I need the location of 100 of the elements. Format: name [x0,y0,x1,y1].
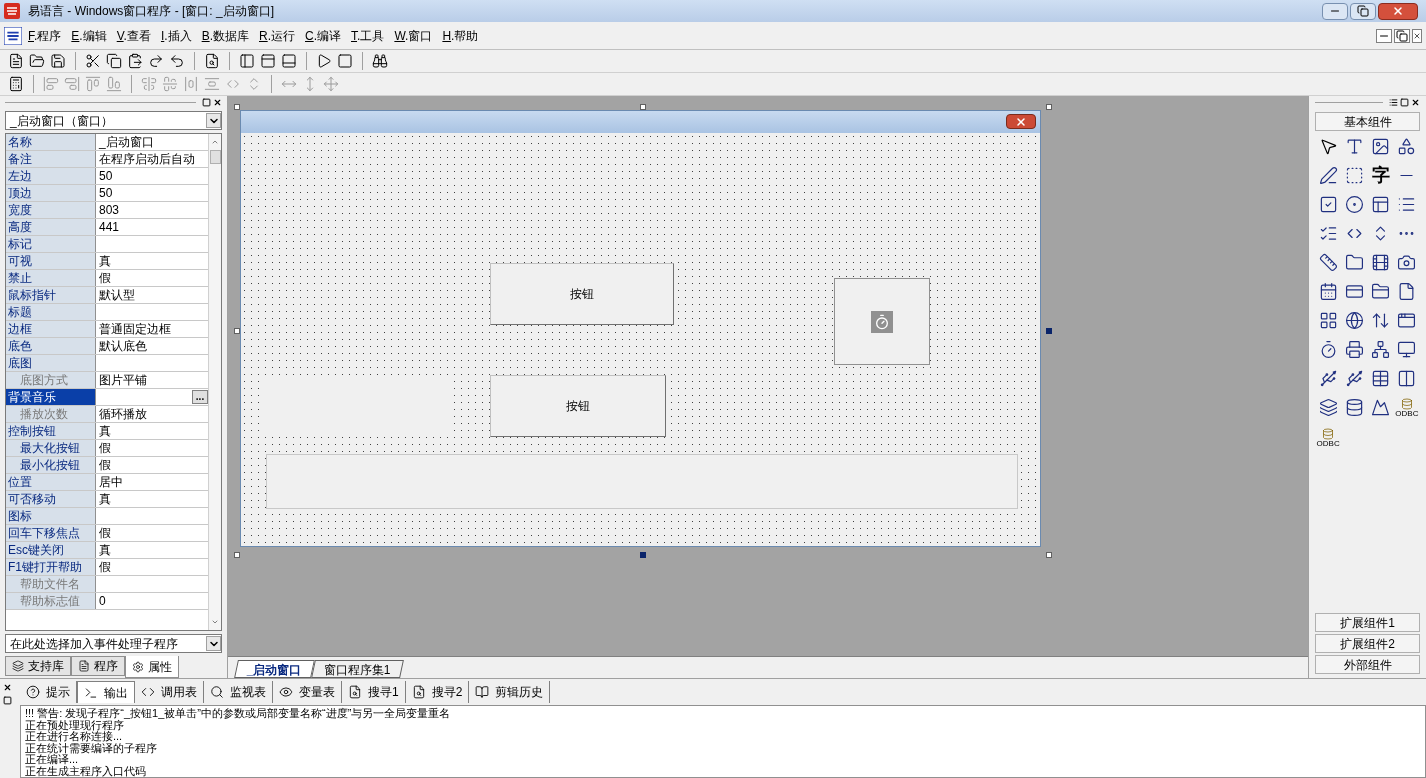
property-name[interactable]: 背景音乐 [6,389,96,405]
output-tab[interactable]: 监视表 [204,681,273,703]
scissors-icon[interactable] [85,53,101,69]
property-name[interactable]: 高度 [6,219,96,235]
form-button[interactable]: 按钮 [490,375,666,437]
float-icon[interactable] [202,97,211,107]
property-name[interactable]: 图标 [6,508,96,524]
property-name[interactable]: 鼠标指针 [6,287,96,303]
property-name[interactable]: 最小化按钮 [6,457,96,473]
selection-handle[interactable] [640,552,646,558]
property-name[interactable]: 宽度 [6,202,96,218]
property-value[interactable]: 假 [99,559,208,575]
property-name[interactable]: 底色 [6,338,96,354]
property-value[interactable]: 真 [99,253,208,269]
property-value[interactable]: 441 [99,219,208,235]
output-tab[interactable]: 搜寻1 [342,681,406,703]
output-tab[interactable]: 变量表 [273,681,342,703]
scroll-up-icon[interactable] [211,138,219,146]
scroll-thumb[interactable] [209,150,221,164]
property-name[interactable]: 标题 [6,304,96,320]
close-icon[interactable] [1411,97,1420,107]
globe-icon[interactable] [1344,311,1364,330]
close-icon[interactable] [213,97,222,107]
property-value[interactable]: 真 [99,423,208,439]
menu-item[interactable]: H.帮助 [438,26,483,45]
property-value[interactable]: 在程序启动后自动 [99,151,208,167]
panel-icon[interactable] [1371,195,1391,214]
cable-icon[interactable] [1344,369,1364,388]
property-name[interactable]: 标记 [6,236,96,252]
mdi-minimize-button[interactable] [1376,28,1392,43]
checkbox-icon[interactable] [1318,195,1338,214]
menu-item[interactable]: F.程序 [24,26,66,45]
float-icon[interactable] [1400,97,1409,107]
close-button[interactable] [1378,2,1418,20]
columns-icon[interactable] [1397,369,1417,388]
property-value[interactable]: 假 [99,525,208,541]
new-file-icon[interactable] [8,53,24,69]
menu-item[interactable]: E.编辑 [67,26,111,45]
property-value[interactable]: 假 [99,270,208,286]
property-name[interactable]: Esc键关闭 [6,542,96,558]
save-icon[interactable] [50,53,66,69]
picture-icon[interactable] [1371,137,1391,156]
float-icon[interactable] [2,696,12,705]
property-name[interactable]: 顶边 [6,185,96,201]
menu-item[interactable]: W.窗口 [390,26,437,45]
timer-component[interactable] [834,278,930,365]
property-value[interactable]: 真 [99,542,208,558]
property-value[interactable]: 假 [99,457,208,473]
property-name[interactable]: 位置 [6,474,96,490]
menu-item[interactable]: V.查看 [112,26,155,45]
up-down-icon[interactable] [1371,311,1391,330]
text-tile[interactable]: 字 [1371,166,1390,185]
property-name[interactable]: 备注 [6,151,96,167]
panel-top-icon[interactable] [260,53,276,69]
redo-icon[interactable] [148,53,164,69]
form-close-button[interactable] [1006,114,1036,129]
dropdown-arrow-button[interactable] [206,113,221,128]
property-name[interactable]: 边框 [6,321,96,337]
printer-icon[interactable] [1344,340,1364,359]
menu-item[interactable]: R.运行 [255,26,299,45]
database-icon[interactable] [1344,398,1364,417]
dropdown-arrow-button[interactable] [206,636,221,651]
menu-item[interactable]: B.数据库 [197,26,253,45]
panel-left-icon[interactable] [239,53,255,69]
property-name[interactable]: 回车下移焦点 [6,525,96,541]
property-value[interactable]: 默认底色 [99,338,208,354]
property-value[interactable]: 居中 [99,474,208,490]
paste-icon[interactable] [127,53,143,69]
selection-handle[interactable] [234,552,240,558]
property-value[interactable]: 803 [99,202,208,218]
output-tab[interactable]: 输出 [77,681,135,703]
mdi-close-button[interactable] [1412,28,1422,43]
radio-icon[interactable] [1344,195,1364,214]
editor-tab[interactable]: 窗口程序集1 [310,660,404,678]
output-tab[interactable]: 调用表 [135,681,204,703]
table-icon[interactable] [1371,369,1391,388]
calendar-icon[interactable] [1318,282,1338,301]
property-name[interactable]: 可否移动 [6,491,96,507]
scroll-down-icon[interactable] [211,618,219,626]
property-name[interactable]: 控制按钮 [6,423,96,439]
restore-button[interactable] [1350,2,1376,20]
card-icon[interactable] [1344,282,1364,301]
close-icon[interactable] [2,683,12,692]
property-name[interactable]: 可视 [6,253,96,269]
monitor-icon[interactable] [1397,340,1417,359]
selection-handle[interactable] [1046,104,1052,110]
window-icon[interactable] [1397,311,1417,330]
property-value[interactable]: 真 [99,491,208,507]
scrollbar[interactable] [208,134,221,630]
property-name[interactable]: F1键打开帮助 [6,559,96,575]
list-icon[interactable] [1397,195,1417,214]
folder-icon[interactable] [1371,282,1391,301]
pen-icon[interactable] [1318,166,1338,185]
selection-handle[interactable] [640,104,646,110]
property-name[interactable]: 底图 [6,355,96,371]
copy-icon[interactable] [106,53,122,69]
property-name[interactable]: 左边 [6,168,96,184]
selection-handle[interactable] [234,328,240,334]
form-button[interactable]: 按钮 [490,263,674,325]
open-folder-icon[interactable] [29,53,45,69]
